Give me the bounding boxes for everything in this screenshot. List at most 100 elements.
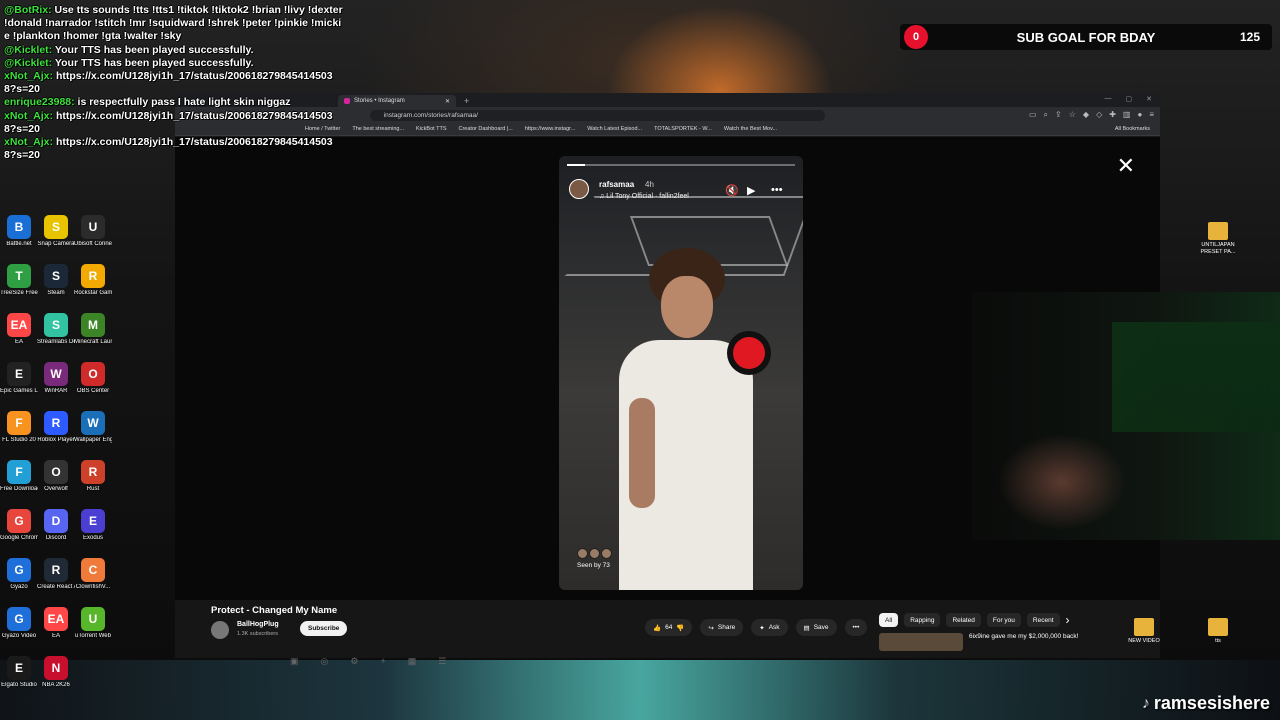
url-field[interactable]: instagram.com/stories/rafsamaa/ [369,109,825,121]
desktop-icon-utorrent-web[interactable]: UuTorrent Web [74,607,112,640]
bookmark-item[interactable]: TOTALSPORTEK - W... [654,126,712,132]
desktop-icon-battle-net[interactable]: B Battle.net [0,215,38,248]
story-avatar[interactable] [569,179,589,199]
seen-by[interactable]: Seen by 73 [577,548,612,569]
bookmark-star-icon[interactable]: ☆ [1069,110,1076,120]
taskbar-icon[interactable]: ▣ [290,656,299,667]
desktop-icon-clownfishv-[interactable]: C ClownfishV... [74,558,112,591]
desktop-icon-snap-camera[interactable]: S Snap Camera [37,215,75,248]
desktop-folder-untiljapan[interactable]: UNTILJAPAN PRESET PA... [1196,222,1240,255]
desktop-icon-epic-games-launcher[interactable]: E Epic Games Launcher [0,362,38,395]
desktop-icon-obs-center[interactable]: O OBS Center [74,362,112,395]
tab-instagram-stories[interactable]: Stories • Instagram ✕ [338,95,456,107]
desktop-icon-steam[interactable]: S Steam [37,264,75,297]
desktop-icon-ea[interactable]: EA EA [0,313,38,346]
bookmark-item[interactable]: The best streaming... [352,126,404,132]
share-icon[interactable]: ⇪ [1055,110,1062,120]
subscribe-button[interactable]: Subscribe [300,621,348,636]
close-tab-icon[interactable]: ✕ [445,98,450,105]
desktop-icon-gyazo-video[interactable]: G Gyazo Video [0,607,38,640]
bookmark-item[interactable]: Creator Dashboard |... [459,126,513,132]
desktop-icon-exodus[interactable]: E Exodus [74,509,112,542]
thumbs-down-icon[interactable]: 👎 [676,624,684,632]
menu-icon[interactable]: ≡ [1149,110,1154,120]
desktop-icon-minecraft-launcher[interactable]: M Minecraft Launcher [74,313,112,346]
story-music[interactable]: ♫ Lil Tony Official · fallin2feel [599,193,689,200]
chat-overlay: @BotRix: Use tts sounds !tts !tts1 !tikt… [4,4,344,162]
sidebar-icon[interactable]: ▥ [1123,110,1131,120]
desktop-folder-tts[interactable]: tts [1196,618,1240,645]
save-button[interactable]: ▤ Save [795,619,837,636]
minimize-icon[interactable]: — [1105,95,1112,103]
bookmark-item[interactable]: Watch Latest Episod... [587,126,642,132]
channel-subscribers: 1.3K subscribers [237,631,278,637]
chip-rapping[interactable]: Rapping [904,613,941,627]
bookmark-item[interactable]: https://www.instagr... [525,126,575,132]
new-tab-button[interactable]: + [464,96,469,106]
all-bookmarks[interactable]: All Bookmarks [1115,126,1150,132]
play-icon[interactable]: ▶ [747,184,755,197]
desktop-icon-fl-studio-20[interactable]: F FL Studio 20 [0,411,38,444]
desktop-icon-label: Ubisoft Connect [74,241,112,247]
desktop-folder-new-video[interactable]: NEW VIDEO [1122,618,1166,645]
recommended-video[interactable]: 6ix9ine gave me my $2,000,000 back! [879,633,1119,651]
chips-next-icon[interactable]: › [1066,613,1070,627]
chat-username: xNot_Ajx: [4,109,54,122]
chip-related[interactable]: Related [946,613,981,627]
like-button[interactable]: 👍 64 👎 [645,619,693,636]
mute-icon[interactable]: 🔇 [725,184,739,197]
folder-icon [1134,618,1154,636]
share-button[interactable]: ↪ Share [700,619,744,636]
app-icon: C [81,558,105,582]
chip-all[interactable]: All [879,613,899,627]
channel-avatar[interactable] [211,621,229,639]
ask-label: Ask [768,624,780,631]
bookmark-item[interactable]: Watch the Best Mov... [724,126,777,132]
chip-for-you[interactable]: For you [986,613,1021,627]
save-label: Save [813,624,829,631]
desktop-icon-roblox-player[interactable]: R Roblox Player [37,411,75,444]
maximize-icon[interactable]: ▢ [1126,95,1133,103]
profile-icon[interactable]: ● [1137,110,1142,120]
channel-name[interactable]: BallHogPlug [237,621,279,628]
desktop-icon-winrar[interactable]: W WinRAR [37,362,75,395]
install-icon[interactable]: ▭ [1029,110,1037,120]
more-actions-button[interactable]: ••• [844,619,868,636]
desktop-icon-discord[interactable]: D Discord [37,509,75,542]
close-window-icon[interactable]: ✕ [1146,95,1152,103]
desktop-icon-ea[interactable]: EA EA [37,607,75,640]
desktop-icon-elgato-studio[interactable]: E Elgato Studio [0,656,38,689]
webcam-overlay [972,292,1280,540]
extension-icon[interactable]: ◇ [1096,110,1102,120]
story-username[interactable]: rafsamaa [599,180,634,189]
more-options-icon[interactable]: ••• [771,184,783,196]
desktop-icon-gyazo[interactable]: G Gyazo [0,558,38,591]
desktop-icon-treesize-free[interactable]: T TreeSize Free [0,264,38,297]
zoom-icon[interactable]: ⌕ [1044,110,1048,120]
puzzle-icon[interactable]: ✚ [1109,110,1116,120]
ask-button[interactable]: ✦ Ask [751,619,788,636]
story-card[interactable]: rafsamaa 4h ♫ Lil Tony Official · fallin… [559,156,803,590]
bookmark-item[interactable]: KickBot TTS [416,126,446,132]
desktop-icon-nba-2k26[interactable]: N NBA 2K26 [37,656,75,689]
desktop-icon-overwolf[interactable]: O Overwolf [37,460,75,493]
desktop-icon-wallpaper-engine[interactable]: W Wallpaper Engine [74,411,112,444]
taskbar-icon[interactable]: ▦ [408,656,417,667]
chat-username: xNot_Ajx: [4,136,54,149]
taskbar-icon[interactable]: ⚙ [350,656,358,667]
desktop-icon-google-chrome[interactable]: G Google Chrome [0,509,38,542]
desktop-icon-create-react-app-sample[interactable]: R Create React App Sample [37,558,75,591]
taskbar-icon[interactable]: + [380,656,385,666]
close-story-icon[interactable]: ✕ [1117,155,1135,177]
desktop-icon-ubisoft-connect[interactable]: U Ubisoft Connect [74,215,112,248]
desktop-icon-rockstar-games[interactable]: R Rockstar Games [74,264,112,297]
desktop-icon-free-download[interactable]: F Free Download [0,460,38,493]
desktop-icon-rust[interactable]: R Rust [74,460,112,493]
desktop-icon-streamlabs-desktop[interactable]: S Streamlabs Desktop [37,313,75,346]
desktop-icon-label: Rockstar Games [74,290,112,296]
taskbar-icon[interactable]: ☰ [438,656,446,667]
chip-recent[interactable]: Recent [1026,613,1060,627]
desktop-icon-label: Gyazo Video [1,633,37,639]
brave-shield-icon[interactable]: ◆ [1083,110,1089,120]
taskbar-icon[interactable]: ◎ [321,656,329,667]
